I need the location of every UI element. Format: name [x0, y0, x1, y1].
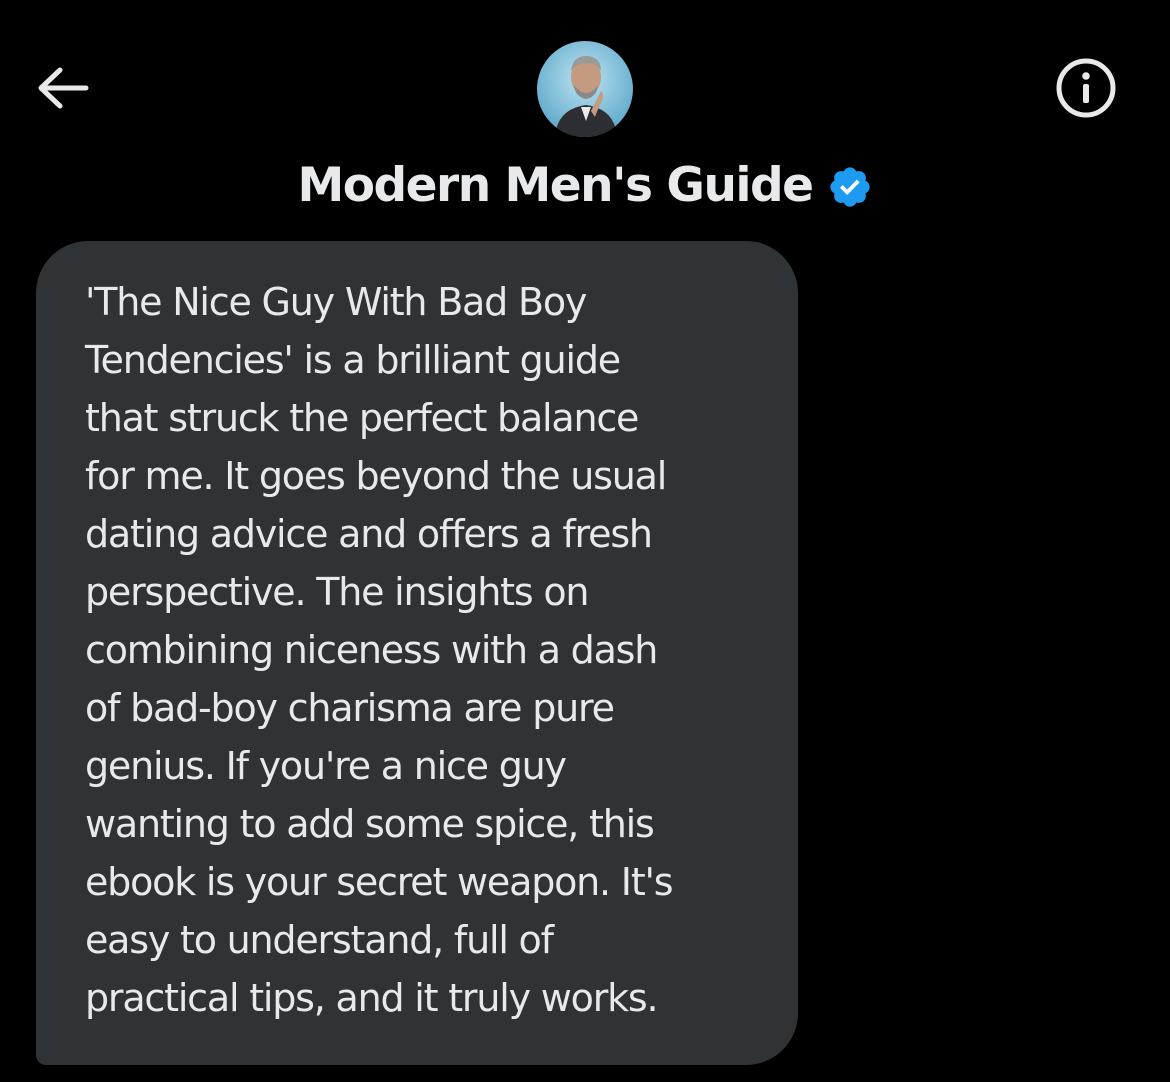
display-name: Modern Men's Guide	[297, 157, 814, 213]
message-line: easy to understand, full of	[85, 918, 554, 962]
message-line: of bad-boy charisma are pure	[85, 686, 615, 730]
message-line: perspective. The insights on	[85, 570, 589, 614]
message-line: genius. If you're a nice guy	[85, 744, 567, 788]
avatar[interactable]	[537, 41, 633, 137]
message-line: Tendencies' is a brilliant guide	[85, 338, 621, 382]
info-circle-icon	[1056, 58, 1116, 118]
message-line: combining niceness with a dash	[85, 628, 658, 672]
back-button[interactable]	[22, 52, 102, 124]
message-line: that struck the perfect balance	[85, 396, 639, 440]
message-line: ebook is your secret weapon. It's	[85, 860, 674, 904]
message-line: dating advice and offers a fresh	[85, 512, 653, 556]
message-bubble[interactable]: 'The Nice Guy With Bad Boy Tendencies' i…	[36, 241, 798, 1065]
avatar-image	[537, 41, 633, 137]
conversation-info-button[interactable]	[1048, 52, 1124, 124]
message-line: wanting to add some spice, this	[85, 802, 655, 846]
message-line: 'The Nice Guy With Bad Boy	[85, 280, 587, 324]
conversation-header[interactable]: Modern Men's Guide	[0, 150, 1170, 220]
verified-badge-icon	[827, 164, 873, 210]
message-line: practical tips, and it truly works.	[85, 976, 659, 1020]
arrow-left-icon	[38, 67, 89, 109]
message-line: for me. It goes beyond the usual	[85, 454, 667, 498]
